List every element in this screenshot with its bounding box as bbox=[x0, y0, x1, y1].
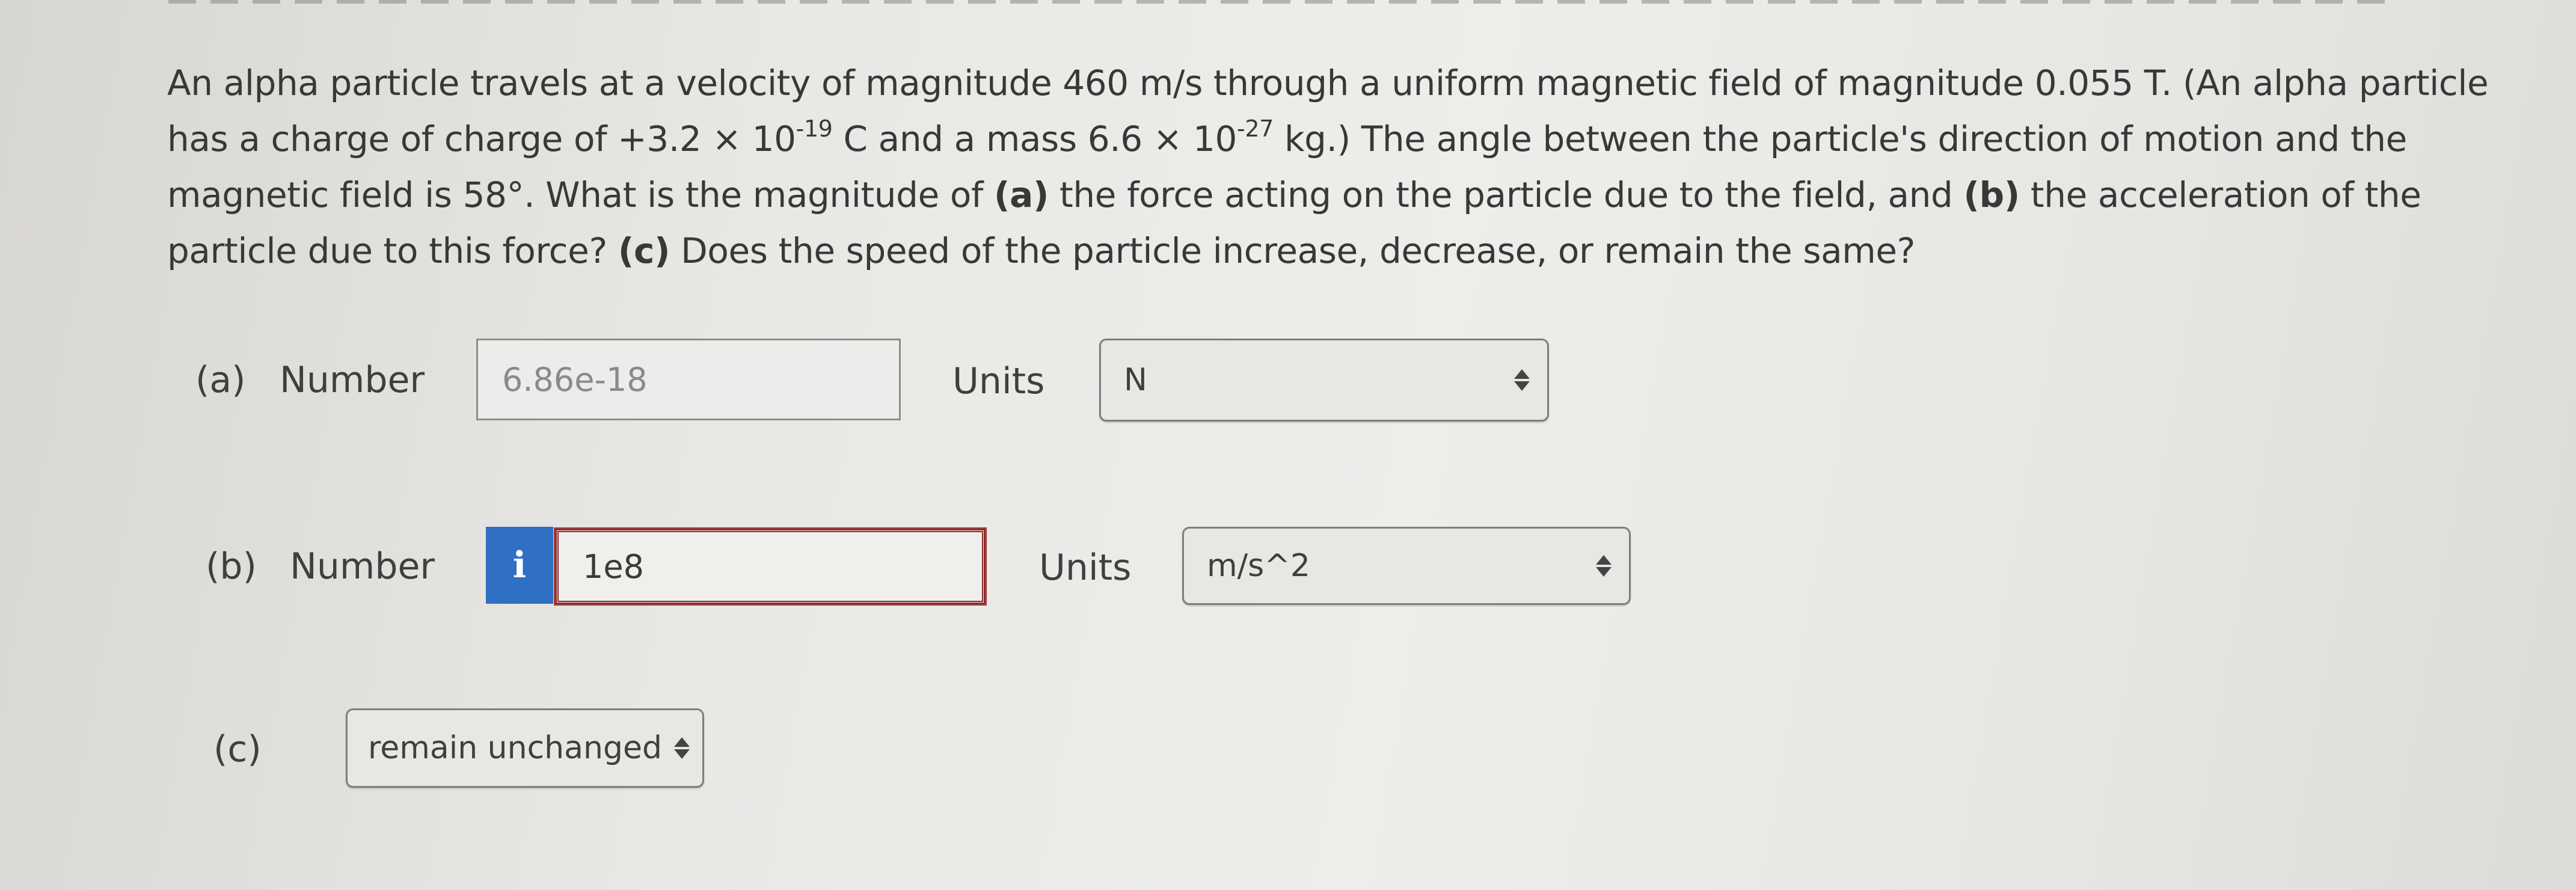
select-arrows-icon bbox=[1592, 555, 1616, 577]
select-arrows-icon bbox=[1510, 369, 1534, 391]
select-arrows-icon bbox=[670, 737, 694, 759]
charge-exponent: -19 bbox=[796, 115, 833, 142]
mass-exponent: -27 bbox=[1237, 115, 1274, 142]
part-c-tag: (c) bbox=[618, 230, 670, 271]
part-b-number-input[interactable] bbox=[556, 529, 985, 604]
info-icon[interactable]: i bbox=[486, 527, 553, 604]
part-b-units-label: Units bbox=[1039, 547, 1132, 589]
part-a-units-label: Units bbox=[952, 360, 1045, 402]
part-c-selected-value: remain unchanged bbox=[368, 730, 662, 766]
top-dashed-divider bbox=[168, 0, 2393, 4]
part-a-label: (a) bbox=[195, 359, 246, 401]
question-line-1: An alpha particle travels at a velocity … bbox=[167, 63, 2489, 103]
part-a-units-select[interactable]: N bbox=[1099, 339, 1549, 422]
question-line-2: has a charge of charge of +3.2 × 10-19 C… bbox=[167, 115, 2407, 159]
part-c-select[interactable]: remain unchanged bbox=[346, 708, 704, 788]
part-b-units-select[interactable]: m/s^2 bbox=[1182, 527, 1631, 605]
part-b-label: (b) bbox=[206, 545, 257, 588]
question-line-4: particle due to this force? (c) Does the… bbox=[167, 230, 1916, 271]
part-b-number-label: Number bbox=[290, 545, 435, 588]
part-a-number-label: Number bbox=[280, 359, 425, 401]
part-a-units-value: N bbox=[1124, 362, 1147, 398]
question-line-3: magnetic field is 58°. What is the magni… bbox=[167, 174, 2421, 215]
part-b-tag: (b) bbox=[1963, 174, 2020, 215]
part-a-number-input[interactable] bbox=[476, 339, 901, 420]
part-c-label: (c) bbox=[213, 728, 262, 770]
part-a-tag: (a) bbox=[994, 174, 1049, 215]
part-b-units-value: m/s^2 bbox=[1207, 548, 1310, 584]
question-text: An alpha particle travels at a velocity … bbox=[167, 55, 2512, 279]
